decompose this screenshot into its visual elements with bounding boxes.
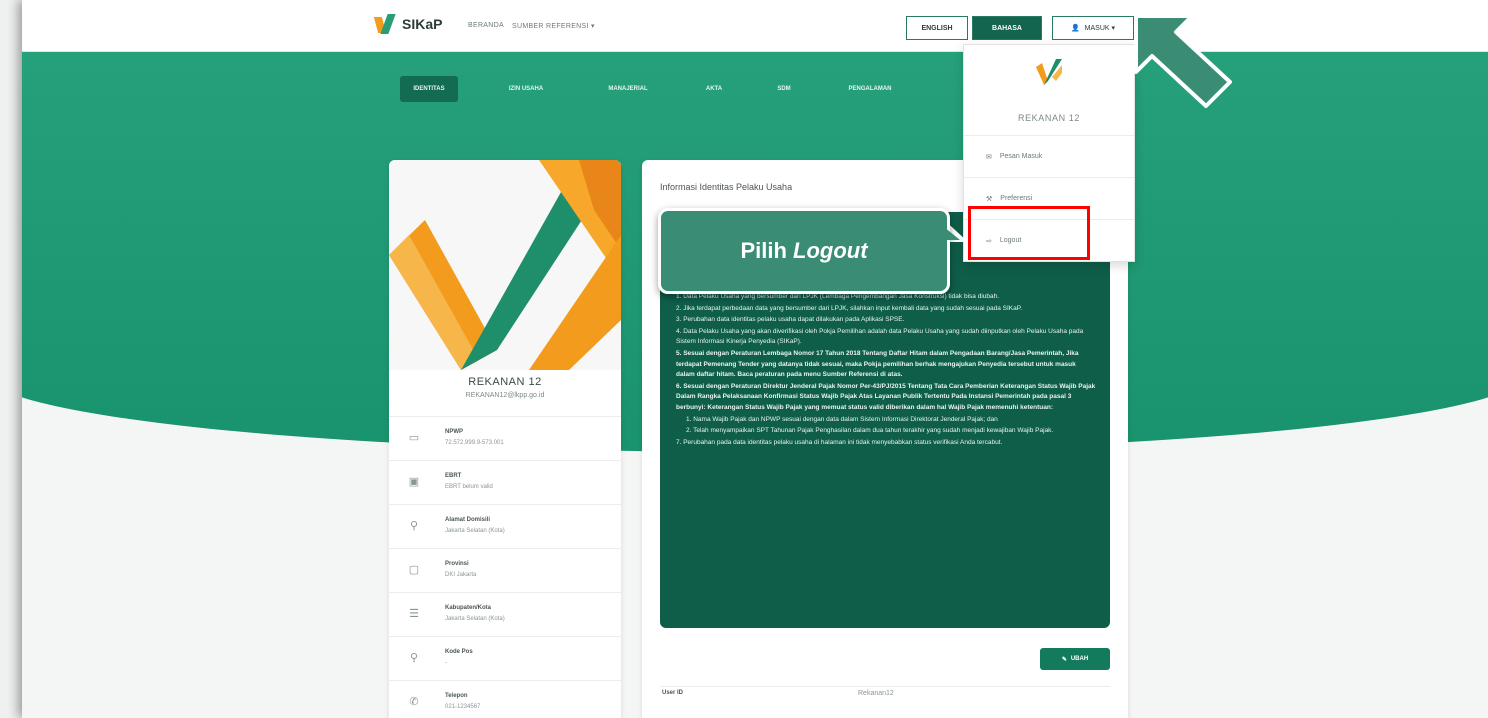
profile-row-alamat: ⚲ Alamat Domisili Jakarta Selatan (Kota) <box>389 504 621 548</box>
browser-viewport: SIKaP BERANDA SUMBER REFERENSI ▾ ENGLISH… <box>22 0 1488 718</box>
screenshot-frame: SIKaP BERANDA SUMBER REFERENSI ▾ ENGLISH… <box>0 0 1488 718</box>
sikap-logo-icon <box>373 14 398 34</box>
pointer-arrow-icon <box>1134 14 1232 108</box>
profile-row-value: DKI Jakarta <box>445 572 477 578</box>
profile-row-npwp: ▭ NPWP 72.572.999.9-573.001 <box>389 416 621 460</box>
profile-row-label: Kode Pos <box>445 649 473 655</box>
nav-link-sumber-referensi[interactable]: SUMBER REFERENSI ▾ <box>512 22 595 30</box>
menu-item-pesan-masuk[interactable]: ✉ Pesan Masuk <box>964 135 1134 177</box>
info-card-title: Informasi Identitas Pelaku Usaha <box>660 182 793 192</box>
tab-identitas[interactable]: IDENTITAS <box>400 76 458 102</box>
profile-row-value: 72.572.999.9-573.001 <box>445 440 504 446</box>
phone-icon: ✆ <box>409 696 419 708</box>
calendar-icon: ▣ <box>408 476 420 488</box>
logout-highlight-box <box>968 206 1090 260</box>
profile-detail-list: ▭ NPWP 72.572.999.9-573.001 ▣ EBRT EBRT belu… <box>389 416 621 718</box>
wrench-icon: ⚒ <box>986 195 993 203</box>
mail-icon: ✉ <box>986 153 992 161</box>
tab-izin-usaha[interactable]: IZIN USAHA <box>480 76 572 102</box>
company-logo <box>389 160 621 370</box>
notice-item: 6. Sesuai dengan Peraturan Direktur Jend… <box>676 382 1096 411</box>
user-id-label: User ID <box>662 690 684 696</box>
callout-pointer-fill <box>938 222 960 240</box>
notice-item: 7. Perubahan pada data identitas pelaku … <box>676 438 1003 446</box>
app-logo-text: SIKaP <box>402 16 443 32</box>
nav-link-beranda[interactable]: BERANDA <box>468 22 504 29</box>
user-icon: 👤 <box>1070 25 1080 32</box>
profile-row-ebrt: ▣ EBRT EBRT belum valid <box>389 460 621 504</box>
pin-icon: ⚲ <box>409 652 419 664</box>
instruction-callout: Pilih Logout <box>658 208 950 294</box>
divider <box>660 686 1110 687</box>
profile-row-kodepos: ⚲ Kode Pos - <box>389 636 621 680</box>
notice-item: 5. Sesuai dengan Peraturan Lembaga Nomor… <box>676 349 1079 379</box>
profile-card: REKANAN 12 REKANAN12@lkpp.go.id ▭ NPWP 72.… <box>389 160 621 718</box>
profile-row-provinsi: ▢ Provinsi DKI Jakarta <box>389 548 621 592</box>
notice-subitem: 1. Nama Wajib Pajak dan NPWP sesuai deng… <box>686 415 998 423</box>
edit-button[interactable]: ✎ UBAH <box>1040 648 1110 670</box>
tab-akta[interactable]: AKTA <box>684 76 744 102</box>
user-menu-label: MASUK ▾ <box>1084 25 1116 32</box>
profile-name: REKANAN 12 <box>468 376 542 388</box>
app-logo[interactable]: SIKaP <box>373 14 443 34</box>
profile-row-label: Telepon <box>445 693 468 699</box>
profile-row-kabupaten: ☰ Kabupaten/Kota Jakarta Selatan (Kota) <box>389 592 621 636</box>
profile-email: REKANAN12@lkpp.go.id <box>465 392 545 399</box>
id-card-icon: ▭ <box>408 432 420 444</box>
user-id-value: Rekanan12 <box>858 690 894 697</box>
map-icon: ▢ <box>408 564 420 576</box>
profile-row-label: NPWP <box>445 429 463 435</box>
profile-row-value: - <box>445 660 447 666</box>
profile-row-value: Jakarta Selatan (Kota) <box>445 528 505 534</box>
callout-emphasis: Logout <box>793 238 868 263</box>
notice-item: 2. Jika terdapat perbedaan data yang ber… <box>676 304 1023 312</box>
profile-row-label: Kabupaten/Kota <box>445 605 492 611</box>
menu-item-label: Pesan Masuk <box>999 153 1043 160</box>
profile-row-value: Jakarta Selatan (Kota) <box>445 616 505 622</box>
edit-icon: ✎ <box>1061 656 1067 663</box>
profile-menu-tabs: IDENTITAS IZIN USAHA MANAJERIAL AKTA SDM… <box>400 76 916 102</box>
notice-subitem: 2. Telah menyampaikan SPT Tahunan Pajak … <box>686 427 1054 435</box>
dropdown-user-name: REKANAN 12 <box>1017 113 1081 123</box>
sikap-big-logo-icon <box>389 160 621 370</box>
notice-list: 1. Data Pelaku Usaha yang bersumber dari… <box>676 292 1096 448</box>
notice-item: 3. Perubahan data identitas pelaku usaha… <box>676 316 905 324</box>
callout-prefix: Pilih <box>740 238 794 263</box>
profile-row-label: Provinsi <box>445 561 469 567</box>
bahasa-button[interactable]: BAHASA <box>972 16 1042 40</box>
user-menu-button[interactable]: 👤 MASUK ▾ <box>1052 16 1134 40</box>
sikap-logo-icon <box>1036 59 1062 85</box>
location-icon: ⚲ <box>409 520 419 532</box>
profile-row-telepon: ✆ Telepon 021-1234567 <box>389 680 621 718</box>
tab-pengalaman[interactable]: PENGALAMAN <box>824 76 916 102</box>
english-button[interactable]: ENGLISH <box>906 16 968 40</box>
profile-row-label: EBRT <box>445 473 462 479</box>
notice-item: 4. Data Pelaku Usaha yang akan diverifik… <box>676 327 1084 346</box>
profile-row-label: Alamat Domisili <box>445 517 491 523</box>
callout-text: Pilih Logout <box>740 238 867 264</box>
profile-row-value: 021-1234567 <box>445 704 481 710</box>
tab-sdm[interactable]: SDM <box>754 76 814 102</box>
menu-item-label: Preferensi <box>1000 195 1033 202</box>
tab-manajerial[interactable]: MANAJERIAL <box>582 76 674 102</box>
profile-row-value: EBRT belum valid <box>445 484 493 490</box>
edit-button-label: UBAH <box>1070 656 1089 662</box>
building-icon: ☰ <box>409 608 419 620</box>
top-navbar: SIKaP BERANDA SUMBER REFERENSI ▾ ENGLISH… <box>22 0 1488 52</box>
